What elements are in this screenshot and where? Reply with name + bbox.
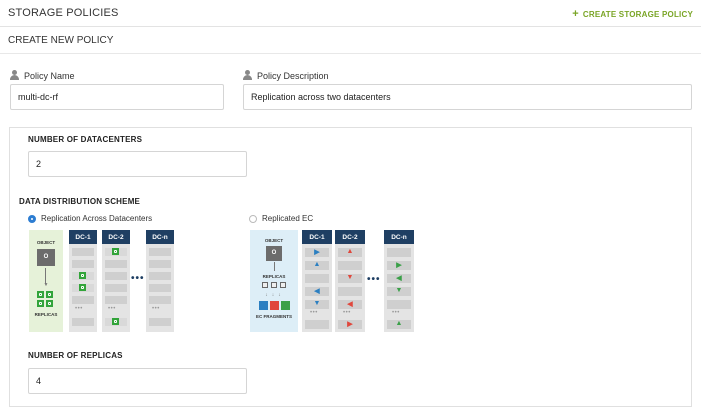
storage-slot [105,284,127,292]
object-glyph: O [43,254,49,260]
replica-icon [112,318,119,325]
ec-fragment-green-icon [281,301,290,310]
dc-header-n: DC-n [146,230,174,244]
create-storage-policy-label: CREATE STORAGE POLICY [582,10,693,19]
user-icon [10,70,20,80]
fragment-right-icon: ▶ [347,321,353,328]
ec-dc-header-n: DC-n [384,230,414,244]
radio-ec-label: Replicated EC [262,214,314,223]
ellipsis: ••• [108,306,116,312]
ec-object-glyph: O [271,250,277,256]
replica-icon [112,248,119,255]
radio-selected-icon [28,214,36,223]
dc-column-2 [102,230,130,332]
storage-slot [105,296,127,304]
storage-slot [72,248,94,256]
fragment-down-icon: ▼ [313,300,321,307]
datacenters-label: NUMBER OF DATACENTERS [28,135,143,144]
page-title: STORAGE POLICIES [8,7,119,19]
replica-icon [46,300,53,307]
ec-fragment-blue-icon [259,301,268,310]
arrow-down-icon [274,262,275,271]
dc-column-n [146,230,174,332]
replica-icon [280,282,286,288]
storage-slot [149,284,171,292]
storage-slot [387,300,411,309]
replica-icon [37,300,44,307]
fragment-right-icon: ▶ [314,249,320,256]
storage-slot [387,248,411,257]
storage-slot [72,296,94,304]
user-icon [243,70,253,80]
more-datacenters-dots: ••• [131,273,145,284]
dc-header-1: DC-1 [69,230,97,244]
fragment-up-icon: ▲ [313,261,321,268]
replica-icon [46,291,53,298]
fragment-left-icon: ◀ [396,275,402,282]
plus-icon: + [572,8,579,20]
replica-icon [79,284,86,291]
fragment-down-icon: ▼ [346,274,354,281]
storage-slot [149,248,171,256]
fragment-right-icon: ▶ [396,262,402,269]
replicas-input[interactable]: 4 [28,368,247,394]
storage-slot [338,261,362,270]
ellipsis: ••• [75,306,83,312]
ellipsis: ••• [152,306,160,312]
ellipsis: ••• [310,310,318,316]
distribution-scheme-label: DATA DISTRIBUTION SCHEME [19,197,141,206]
policy-description-input[interactable]: Replication across two datacenters [243,84,692,110]
storage-slot [149,272,171,280]
replicas-label: REPLICAS [34,312,58,317]
radio-replication-across-datacenters[interactable]: Replication Across Datacenters [28,214,152,223]
create-storage-policy-button[interactable]: + CREATE STORAGE POLICY [572,8,693,20]
dc-header-2: DC-2 [102,230,130,244]
storage-slot [305,274,329,283]
storage-slot [72,260,94,268]
policy-description-label-text: Policy Description [257,71,329,81]
ec-object-label: OBJECT [264,238,284,243]
fragment-left-icon: ◀ [347,301,353,308]
arrow-down-icon: ↓↓↓ [265,292,285,298]
datacenters-input[interactable]: 2 [28,151,247,177]
ec-replicas-label: REPLICAS [262,274,286,279]
subheader: CREATE NEW POLICY [0,27,701,54]
replica-icon [262,282,268,288]
arrow-head-icon: ▼ [43,282,49,288]
replica-icon [37,291,44,298]
policy-name-input[interactable]: multi-dc-rf [10,84,224,110]
more-datacenters-dots: ••• [367,274,381,285]
storage-slot [149,260,171,268]
ec-dc-header-1: DC-1 [302,230,332,244]
fragment-down-icon: ▼ [395,287,403,294]
object-label: OBJECT [36,240,56,245]
policy-name-label-text: Policy Name [24,71,75,81]
radio-replication-label: Replication Across Datacenters [41,214,153,223]
storage-slot [105,260,127,268]
storage-slot [72,318,94,326]
fragment-left-icon: ◀ [314,288,320,295]
ellipsis: ••• [392,310,400,316]
radio-replicated-ec[interactable]: Replicated EC [249,214,313,223]
replicas-count-label: NUMBER OF REPLICAS [28,351,123,360]
ec-fragments-label: EC FRAGMENTS [256,314,292,319]
fragment-up-icon: ▲ [346,248,354,255]
dc-column-1 [69,230,97,332]
policy-name-label: Policy Name [10,70,75,81]
policy-description-label: Policy Description [243,70,329,81]
storage-slot [305,320,329,329]
replica-icon [271,282,277,288]
ellipsis: ••• [343,310,351,316]
storage-slot [338,287,362,296]
storage-slot [105,272,127,280]
replica-icon [79,272,86,279]
radio-unselected-icon [249,214,257,223]
page-header: STORAGE POLICIES + CREATE STORAGE POLICY [0,0,701,27]
ec-dc-header-2: DC-2 [335,230,365,244]
storage-slot [149,296,171,304]
section-title: CREATE NEW POLICY [8,35,114,46]
storage-slot [149,318,171,326]
ec-fragment-red-icon [270,301,279,310]
fragment-up-icon: ▲ [395,320,403,327]
